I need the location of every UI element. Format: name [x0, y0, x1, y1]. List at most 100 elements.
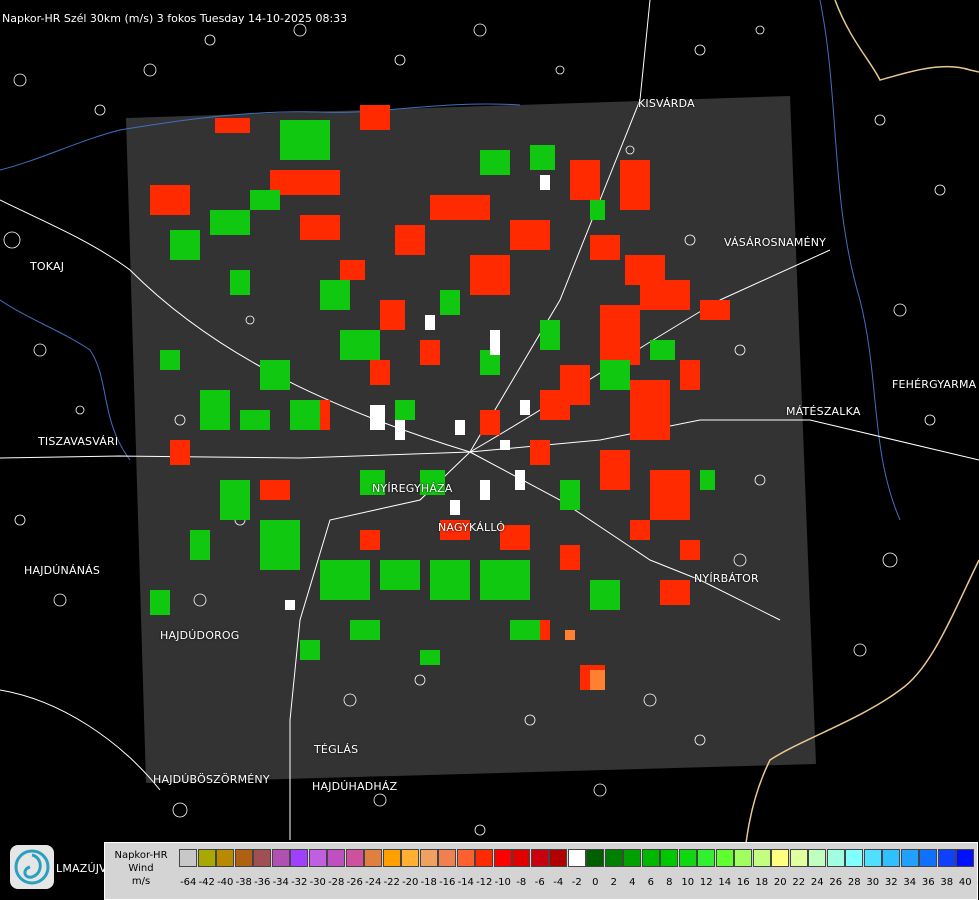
legend-tick-label: 22 — [792, 877, 806, 888]
legend-swatch — [493, 849, 512, 867]
legend-tick-label: -40 — [217, 877, 234, 888]
legend-swatch — [530, 849, 549, 867]
legend-swatch — [604, 849, 623, 867]
legend-tick-label: 30 — [866, 877, 880, 888]
legend-swatch — [549, 849, 567, 867]
legend-tick-label: -30 — [309, 877, 326, 888]
legend-tick-label: -12 — [476, 877, 493, 888]
legend-tick-label: -22 — [383, 877, 400, 888]
legend-swatch — [845, 849, 863, 867]
legend-tick-label: 40 — [958, 877, 972, 888]
city-label: KISVÁRDA — [638, 97, 695, 110]
legend-tick-label: -18 — [420, 877, 437, 888]
city-label: MÁTÉSZALKA — [786, 405, 861, 418]
legend-swatch — [900, 849, 919, 867]
legend-tick-label: 32 — [884, 877, 898, 888]
legend-tick-label: 34 — [903, 877, 917, 888]
legend-tick-label: 24 — [810, 877, 824, 888]
map-title: Napkor-HR Szél 30km (m/s) 3 fokos Tuesda… — [2, 12, 348, 25]
legend-tick-label: -24 — [365, 877, 382, 888]
legend-swatch — [475, 849, 493, 867]
city-label: HAJDÚBÖSZÖRMÉNY — [153, 773, 270, 786]
legend-swatch — [253, 849, 271, 867]
legend-tick-label: 14 — [718, 877, 732, 888]
legend-tick-label: -6 — [534, 877, 545, 888]
city-label: HAJDÚHADHÁZ — [312, 780, 398, 793]
legend-swatch — [345, 849, 364, 867]
city-label: TÉGLÁS — [314, 743, 359, 756]
legend-swatch — [567, 849, 586, 867]
legend-swatches — [179, 849, 975, 869]
legend-tick-label: 42 — [975, 877, 979, 891]
legend-tick-label: 10 — [681, 877, 695, 888]
legend-swatch — [271, 849, 290, 867]
legend-tick-label: 8 — [666, 877, 673, 888]
legend-swatch — [216, 849, 234, 867]
legend-tick-label: -38 — [235, 877, 252, 888]
legend-tick-label: -26 — [346, 877, 363, 888]
legend-tick-label: 28 — [847, 877, 861, 888]
legend-tick-label: -4 — [553, 877, 564, 888]
legend-tick-label: 12 — [699, 877, 713, 888]
legend-swatch — [401, 849, 419, 867]
legend-swatch — [382, 849, 401, 867]
legend-swatch — [734, 849, 752, 867]
legend-tick-label: -14 — [457, 877, 474, 888]
city-label: NAGYKÁLLÓ — [438, 521, 506, 534]
legend-swatch — [678, 849, 697, 867]
legend-tick-label: 26 — [829, 877, 843, 888]
city-label: NYÍRBÁTOR — [694, 572, 759, 585]
legend-swatch — [234, 849, 253, 867]
legend-swatch — [660, 849, 678, 867]
legend-swatch — [956, 849, 974, 867]
legend-swatch — [826, 849, 845, 867]
legend-swatch — [697, 849, 715, 867]
legend-swatch — [512, 849, 530, 867]
legend-tick-label: -8 — [516, 877, 527, 888]
legend-swatch — [919, 849, 937, 867]
legend-tick-label: 20 — [773, 877, 787, 888]
legend-swatch — [771, 849, 789, 867]
legend-swatch — [197, 849, 216, 867]
legend-tick-label: -34 — [272, 877, 289, 888]
legend-tick-label: 16 — [736, 877, 750, 888]
legend-tick-label: -20 — [402, 877, 419, 888]
legend-swatch — [937, 849, 956, 867]
legend-swatch — [308, 849, 327, 867]
city-label: TOKAJ — [30, 260, 65, 273]
legend-ticks: -64 -42 -40 -38 -36 -34 -32 -30 -28 -26 -24 -22 -20-… — [179, 877, 979, 891]
legend-swatch — [179, 849, 197, 867]
legend-tick-label: 2 — [610, 877, 617, 888]
legend-tick-label: -36 — [254, 877, 271, 888]
legend-swatch — [789, 849, 808, 867]
legend-tick-label: 36 — [921, 877, 935, 888]
legend-tick-label: -16 — [439, 877, 456, 888]
legend-tick-label: 18 — [755, 877, 769, 888]
logo — [10, 845, 54, 889]
legend-title: Napkor-HR Wind m/s — [114, 850, 168, 887]
legend-swatch — [364, 849, 382, 867]
legend-swatch — [863, 849, 882, 867]
legend-tick-label: 6 — [647, 877, 654, 888]
legend-swatch — [752, 849, 771, 867]
city-label: HAJDÚDOROG — [160, 629, 240, 642]
legend-tick-label: -64 — [180, 877, 197, 888]
color-legend: Napkor-HR Wind m/s -64 -42 -40 -38 -36 -34 -32… — [104, 842, 979, 900]
city-label: NYÍREGYHÁZA — [372, 482, 453, 495]
legend-swatch — [586, 849, 604, 867]
legend-swatch — [808, 849, 826, 867]
city-label: TISZAVASVÁRI — [38, 435, 119, 448]
legend-swatch — [290, 849, 308, 867]
legend-swatch — [438, 849, 456, 867]
legend-swatch — [882, 849, 900, 867]
legend-swatch — [327, 849, 345, 867]
legend-tick-label: 4 — [629, 877, 636, 888]
legend-tick-label: -32 — [291, 877, 308, 888]
city-label: FEHÉRGYARMA — [892, 378, 977, 391]
city-label: VÁSÁROSNAMÉNY — [724, 236, 827, 249]
radar-map — [0, 0, 979, 900]
legend-tick-label: 0 — [592, 877, 599, 888]
legend-tick-label: -28 — [328, 877, 345, 888]
legend-tick-label: -10 — [494, 877, 511, 888]
legend-swatch — [715, 849, 734, 867]
